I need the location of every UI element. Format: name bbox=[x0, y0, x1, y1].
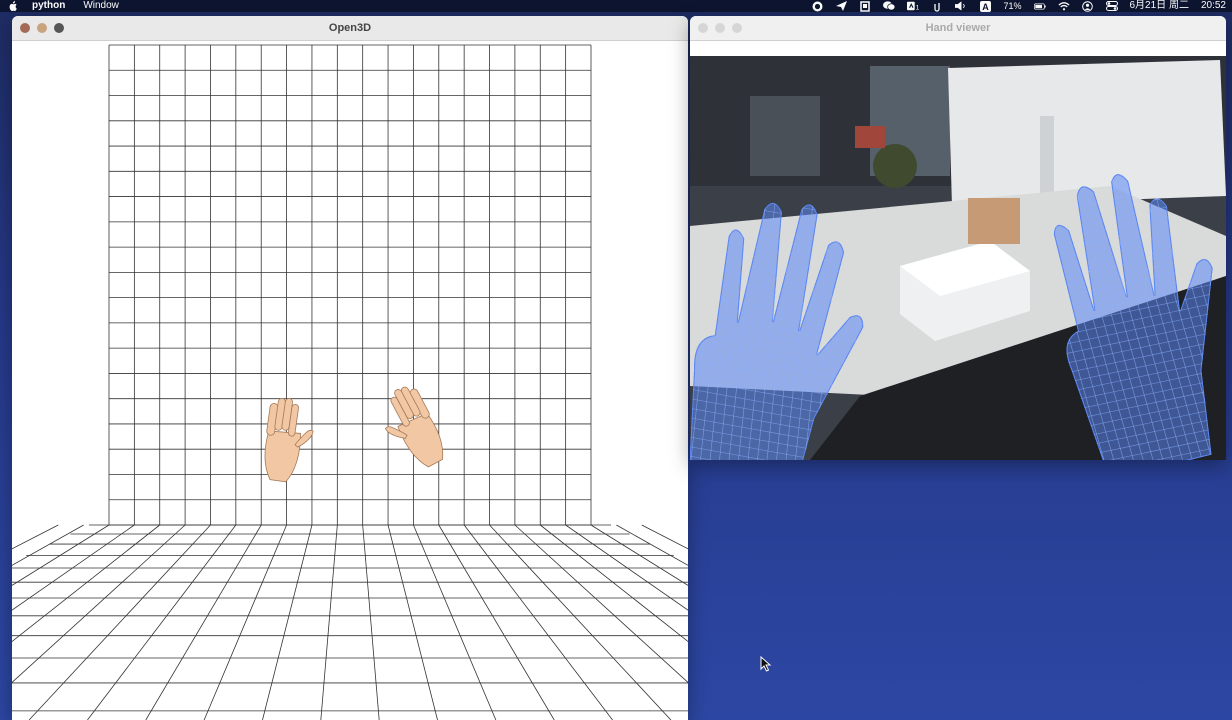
clipboard-icon[interactable] bbox=[859, 0, 871, 12]
hv-zoom-button[interactable] bbox=[732, 23, 742, 33]
menu-window[interactable]: Window bbox=[83, 0, 119, 12]
send-icon[interactable] bbox=[835, 1, 847, 11]
notification-badge-icon[interactable]: 1 bbox=[907, 1, 919, 11]
mouse-pointer-icon bbox=[760, 656, 772, 672]
menu-bar: python Window 1 A 71% 6月21日 周二 20:52 bbox=[0, 0, 1232, 12]
apple-menu-icon[interactable] bbox=[6, 1, 20, 11]
minimize-button[interactable] bbox=[37, 23, 47, 33]
user-icon[interactable] bbox=[1082, 0, 1094, 12]
control-center-icon[interactable] bbox=[1105, 1, 1118, 11]
status-area: 1 A 71% 6月21日 周二 20:52 bbox=[811, 0, 1226, 12]
volume-icon[interactable] bbox=[955, 1, 967, 11]
menubar-time[interactable]: 20:52 bbox=[1201, 0, 1226, 12]
clip-icon[interactable] bbox=[931, 1, 943, 12]
right-hand-model bbox=[384, 386, 444, 468]
open3d-3d-viewport[interactable] bbox=[12, 41, 688, 720]
floor-grid bbox=[12, 524, 688, 720]
battery-percent: 71% bbox=[1003, 1, 1022, 11]
svg-text:1: 1 bbox=[916, 4, 919, 11]
wechat-icon[interactable] bbox=[883, 1, 896, 11]
close-button[interactable] bbox=[20, 23, 30, 33]
back-wall-grid bbox=[108, 44, 592, 526]
input-method-icon[interactable]: A bbox=[979, 0, 991, 12]
window-controls bbox=[20, 23, 64, 33]
hand-viewer-titlebar[interactable]: Hand viewer bbox=[690, 16, 1226, 41]
camera-feed-image bbox=[690, 56, 1226, 460]
hand-viewer-window-controls bbox=[698, 23, 742, 33]
zoom-button[interactable] bbox=[54, 23, 64, 33]
open3d-titlebar[interactable]: Open3D bbox=[12, 16, 688, 41]
hv-minimize-button[interactable] bbox=[715, 23, 725, 33]
app-menu-python[interactable]: python bbox=[32, 0, 65, 12]
menubar-date[interactable]: 6月21日 周二 bbox=[1130, 0, 1189, 12]
svg-text:A: A bbox=[982, 2, 989, 12]
open3d-window-title: Open3D bbox=[328, 22, 372, 34]
record-icon[interactable] bbox=[811, 1, 823, 11]
hand-viewer-toolbar-gap bbox=[690, 41, 1226, 56]
hv-close-button[interactable] bbox=[698, 23, 708, 33]
open3d-window: Open3D bbox=[12, 16, 688, 720]
battery-icon[interactable] bbox=[1033, 1, 1046, 11]
left-hand-model bbox=[264, 398, 314, 483]
hand-viewer-window: Hand viewer bbox=[690, 16, 1226, 460]
wifi-icon[interactable] bbox=[1057, 1, 1070, 11]
hand-viewer-window-title: Hand viewer bbox=[925, 22, 991, 34]
